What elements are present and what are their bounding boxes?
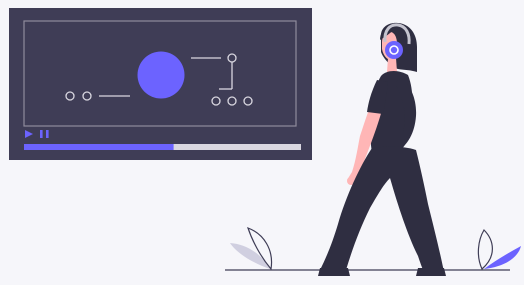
progress-fill xyxy=(24,144,174,150)
plant-leaf-accent xyxy=(484,246,521,269)
ground xyxy=(225,226,521,271)
pause-bar-right xyxy=(46,130,49,138)
plant-leaf-left xyxy=(230,243,270,269)
video-player xyxy=(9,8,312,160)
illustration-scene xyxy=(0,0,524,285)
pause-bar-left xyxy=(40,130,43,138)
neck xyxy=(387,58,397,72)
shoe-right xyxy=(416,268,446,276)
illustration-canvas xyxy=(9,8,521,276)
diagram-center-node xyxy=(137,51,185,99)
plant-leaf-outline-right xyxy=(477,229,493,270)
woman-figure xyxy=(318,22,446,276)
headphone-earcup xyxy=(385,41,403,59)
shoe-left xyxy=(318,268,350,276)
headphones-icon xyxy=(385,41,403,59)
pants xyxy=(320,146,444,272)
